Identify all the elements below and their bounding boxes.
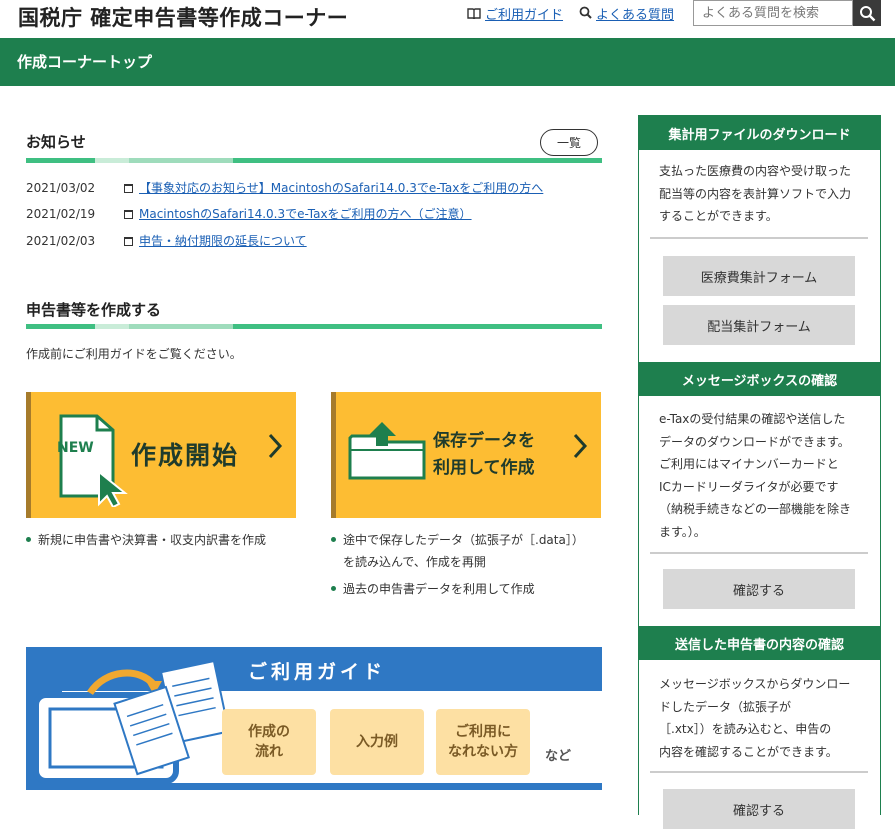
saved-description-2: 過去の申告書データを利用して作成 — [331, 578, 535, 600]
search-input[interactable] — [693, 0, 853, 26]
create-divider — [26, 324, 602, 329]
guide-example-box: 入力例 — [330, 709, 424, 775]
search-button[interactable] — [853, 0, 881, 26]
messagebox-description: e-Taxの受付結果の確認や送信した データのダウンロードができます。 ご利用にはマ… — [659, 412, 852, 539]
guide-link-label: ご利用ガイド — [485, 8, 564, 23]
messagebox-header: メッセージボックスの確認 — [639, 362, 880, 396]
breadcrumb-bar: 作成コーナートップ — [0, 38, 895, 86]
sent-description: メッセージボックスからダウンロー ドしたデータ（拡張子が ［.xtx］）を読み込むと… — [659, 677, 851, 759]
guide-title: ご利用ガイド — [248, 661, 387, 683]
start-new-label: 作成開始 — [131, 441, 240, 470]
saved-description: 途中で保存したデータ（拡張子が［.data］） を読み込んで、作成を再開 — [331, 529, 584, 573]
new-description: 新規に申告書や決算書・収支内訳書を作成 — [26, 529, 266, 551]
messagebox-confirm-button[interactable]: 確認する — [663, 569, 855, 609]
notices-title: お知らせ — [26, 133, 86, 151]
saved-label-line2: 利用して作成 — [433, 458, 535, 478]
guide-suffix: など — [545, 749, 572, 764]
search-icon — [579, 6, 592, 23]
notices-list-button[interactable]: 一覧 — [540, 129, 598, 156]
news-item: 2021/03/02 【事象対応のお知らせ】MacintoshのSafari14.… — [26, 179, 543, 196]
use-saved-data-label: 保存データを 利用して作成 — [433, 428, 535, 482]
sidebar: 集計用ファイルのダウンロード 支払った医療費の内容や受け取った 配当等の内容を表計… — [638, 115, 881, 829]
faq-link[interactable]: よくある質問 — [579, 4, 674, 23]
guide-beginner-box: ご利用に なれない方 — [436, 709, 530, 775]
news-item: 2021/02/03 申告・納付期限の延長について — [26, 232, 307, 249]
site-title: 国税庁 確定申告書等作成コーナー — [18, 6, 349, 30]
faq-link-label: よくある質問 — [596, 8, 675, 23]
guide-link[interactable]: ご利用ガイド — [467, 4, 563, 23]
news-item: 2021/02/19 MacintoshのSafari14.0.3でe-Taxをご… — [26, 205, 472, 222]
news-date: 2021/02/03 — [26, 234, 96, 248]
guide-banner[interactable]: ご利用ガイド 作成の 流れ 入力例 ご利用に なれない方 など — [26, 647, 602, 790]
news-link[interactable]: 申告・納付期限の延長について — [139, 234, 307, 248]
chevron-right-icon — [572, 432, 588, 467]
dividend-form-button[interactable]: 配当集計フォーム — [663, 305, 855, 345]
create-section-title: 申告書等を作成する — [26, 301, 162, 319]
start-new-button[interactable]: NEW 作成開始 — [26, 392, 296, 518]
document-icon — [124, 237, 133, 246]
news-link[interactable]: MacintoshのSafari14.0.3でe-Taxをご利用の方へ（ご注意） — [139, 207, 472, 221]
folder-upload-icon — [348, 422, 426, 480]
news-date: 2021/02/19 — [26, 207, 96, 221]
monitor-documents-icon — [33, 659, 231, 784]
notices-divider — [26, 158, 602, 163]
breadcrumb: 作成コーナートップ — [17, 53, 153, 71]
saved-label-line1: 保存データを — [433, 431, 535, 451]
document-icon — [124, 184, 133, 193]
medical-form-button[interactable]: 医療費集計フォーム — [663, 256, 855, 296]
book-icon — [467, 7, 481, 23]
news-link[interactable]: 【事象対応のお知らせ】MacintoshのSafari14.0.3でe-Taxを… — [139, 181, 543, 195]
search-icon — [859, 5, 875, 21]
document-icon — [124, 210, 133, 219]
create-note: 作成前にご利用ガイドをご覧ください。 — [26, 347, 242, 361]
guide-flow-box: 作成の 流れ — [222, 709, 316, 775]
chevron-right-icon — [267, 432, 283, 467]
new-document-icon — [59, 414, 128, 507]
new-badge: NEW — [57, 440, 94, 456]
sent-header: 送信した申告書の内容の確認 — [639, 626, 880, 660]
news-date: 2021/03/02 — [26, 181, 96, 195]
sent-confirm-button[interactable]: 確認する — [663, 789, 855, 829]
download-header: 集計用ファイルのダウンロード — [639, 116, 880, 150]
use-saved-data-button[interactable]: 保存データを 利用して作成 — [331, 392, 601, 518]
download-description: 支払った医療費の内容や受け取った 配当等の内容を表計算ソフトで入力 することができま… — [659, 164, 852, 223]
